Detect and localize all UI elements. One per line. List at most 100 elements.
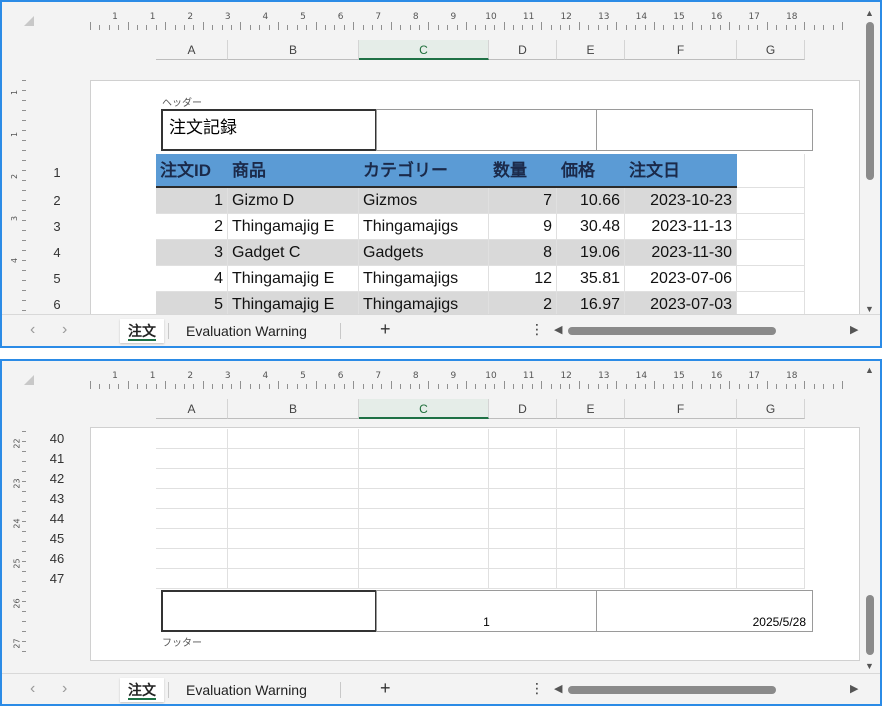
table-cell[interactable]: 35.81	[557, 266, 625, 292]
column-header-g[interactable]: G	[737, 399, 805, 419]
row-header[interactable]: 1	[46, 160, 68, 186]
tab-orders[interactable]: 注文	[120, 678, 164, 702]
grid-cell[interactable]	[156, 549, 228, 569]
row-header[interactable]: 3	[46, 214, 68, 240]
grid-cell[interactable]	[625, 529, 737, 549]
header-section-left[interactable]: 注文記録	[161, 109, 377, 151]
column-header-e[interactable]: E	[557, 40, 625, 60]
grid-cell[interactable]	[737, 569, 805, 589]
table-cell[interactable]: 4	[156, 266, 228, 292]
grid-cell[interactable]	[228, 569, 359, 589]
row-header[interactable]: 47	[46, 569, 68, 589]
grid-cell[interactable]	[737, 509, 805, 529]
grid-cell[interactable]	[737, 529, 805, 549]
grid-cell[interactable]	[359, 449, 489, 469]
vertical-scrollbar[interactable]: ▲ ▼	[864, 8, 876, 314]
row-header[interactable]: 40	[46, 429, 68, 449]
grid-cell[interactable]	[625, 449, 737, 469]
grid-cell[interactable]	[625, 469, 737, 489]
header-section-center[interactable]	[376, 109, 597, 151]
grid-cell[interactable]	[228, 469, 359, 489]
prev-sheet-icon[interactable]: ‹	[30, 680, 35, 698]
scroll-right-icon[interactable]: ▶	[850, 323, 858, 336]
row-header[interactable]: 2	[46, 188, 68, 214]
select-all-corner[interactable]	[24, 16, 34, 26]
grid-cell[interactable]	[557, 429, 625, 449]
scroll-right-icon[interactable]: ▶	[850, 682, 858, 695]
grid-cell[interactable]	[156, 509, 228, 529]
footer-section-right[interactable]: 2025/5/28	[596, 590, 813, 632]
grid-cell[interactable]	[228, 429, 359, 449]
grid-cell[interactable]	[359, 429, 489, 449]
table-header-cell[interactable]: 数量	[489, 154, 557, 188]
grid-cell[interactable]	[557, 489, 625, 509]
table-cell[interactable]	[737, 154, 805, 188]
vertical-scrollbar[interactable]: ▲ ▼	[864, 365, 876, 671]
column-header-c[interactable]: C	[359, 40, 489, 60]
grid-cell[interactable]	[228, 509, 359, 529]
scroll-left-icon[interactable]: ◀	[554, 323, 562, 336]
grid-cell[interactable]	[359, 489, 489, 509]
row-header[interactable]: 43	[46, 489, 68, 509]
grid-cell[interactable]	[557, 569, 625, 589]
column-header-e[interactable]: E	[557, 399, 625, 419]
table-header-cell[interactable]: 注文ID	[156, 154, 228, 188]
grid-cell[interactable]	[228, 549, 359, 569]
table-header-cell[interactable]: 商品	[228, 154, 359, 188]
grid-cell[interactable]	[737, 429, 805, 449]
footer-section-left[interactable]	[161, 590, 377, 632]
grid-cell[interactable]	[625, 569, 737, 589]
row-header[interactable]: 46	[46, 549, 68, 569]
grid-cell[interactable]	[557, 469, 625, 489]
grid-cell[interactable]	[359, 549, 489, 569]
grid-cell[interactable]	[156, 529, 228, 549]
column-header-a[interactable]: A	[156, 399, 228, 419]
vertical-scroll-thumb[interactable]	[866, 22, 874, 180]
header-section-right[interactable]	[596, 109, 813, 151]
grid-cell[interactable]	[737, 469, 805, 489]
row-header[interactable]: 4	[46, 240, 68, 266]
next-sheet-icon[interactable]: ›	[62, 680, 67, 698]
table-cell[interactable]: 9	[489, 214, 557, 240]
grid-cell[interactable]	[625, 489, 737, 509]
add-sheet-button[interactable]: +	[380, 319, 391, 340]
grid-cell[interactable]	[156, 449, 228, 469]
column-header-c[interactable]: C	[359, 399, 489, 419]
grid-cell[interactable]	[489, 429, 557, 449]
table-cell[interactable]: Gizmos	[359, 188, 489, 214]
grid-cell[interactable]	[557, 509, 625, 529]
row-header[interactable]: 45	[46, 529, 68, 549]
grid-cell[interactable]	[737, 449, 805, 469]
table-cell[interactable]	[737, 188, 805, 214]
grid-cell[interactable]	[359, 469, 489, 489]
scroll-left-icon[interactable]: ◀	[554, 682, 562, 695]
column-header-a[interactable]: A	[156, 40, 228, 60]
grid-cell[interactable]	[489, 509, 557, 529]
grid-cell[interactable]	[625, 509, 737, 529]
grid-cell[interactable]	[156, 469, 228, 489]
table-cell[interactable]: 2	[156, 214, 228, 240]
grid-cell[interactable]	[625, 429, 737, 449]
table-cell[interactable]: 3	[156, 240, 228, 266]
table-cell[interactable]: 30.48	[557, 214, 625, 240]
row-header[interactable]: 42	[46, 469, 68, 489]
table-cell[interactable]: 2023-11-13	[625, 214, 737, 240]
row-header[interactable]: 41	[46, 449, 68, 469]
more-options-icon[interactable]: ⋮	[530, 321, 544, 338]
table-header-cell[interactable]: 注文日	[625, 154, 737, 188]
tab-evaluation-warning[interactable]: Evaluation Warning	[178, 678, 315, 702]
prev-sheet-icon[interactable]: ‹	[30, 321, 35, 339]
column-header-f[interactable]: F	[625, 40, 737, 60]
column-header-b[interactable]: B	[228, 40, 359, 60]
table-cell[interactable]: Gadget C	[228, 240, 359, 266]
grid-cell[interactable]	[737, 549, 805, 569]
grid-cell[interactable]	[557, 549, 625, 569]
table-header-cell[interactable]: 価格	[557, 154, 625, 188]
grid-cell[interactable]	[156, 569, 228, 589]
grid-cell[interactable]	[359, 569, 489, 589]
grid-cell[interactable]	[489, 549, 557, 569]
table-cell[interactable]	[737, 214, 805, 240]
grid-cell[interactable]	[489, 449, 557, 469]
more-options-icon[interactable]: ⋮	[530, 680, 544, 697]
table-cell[interactable]: Thingamajigs	[359, 266, 489, 292]
